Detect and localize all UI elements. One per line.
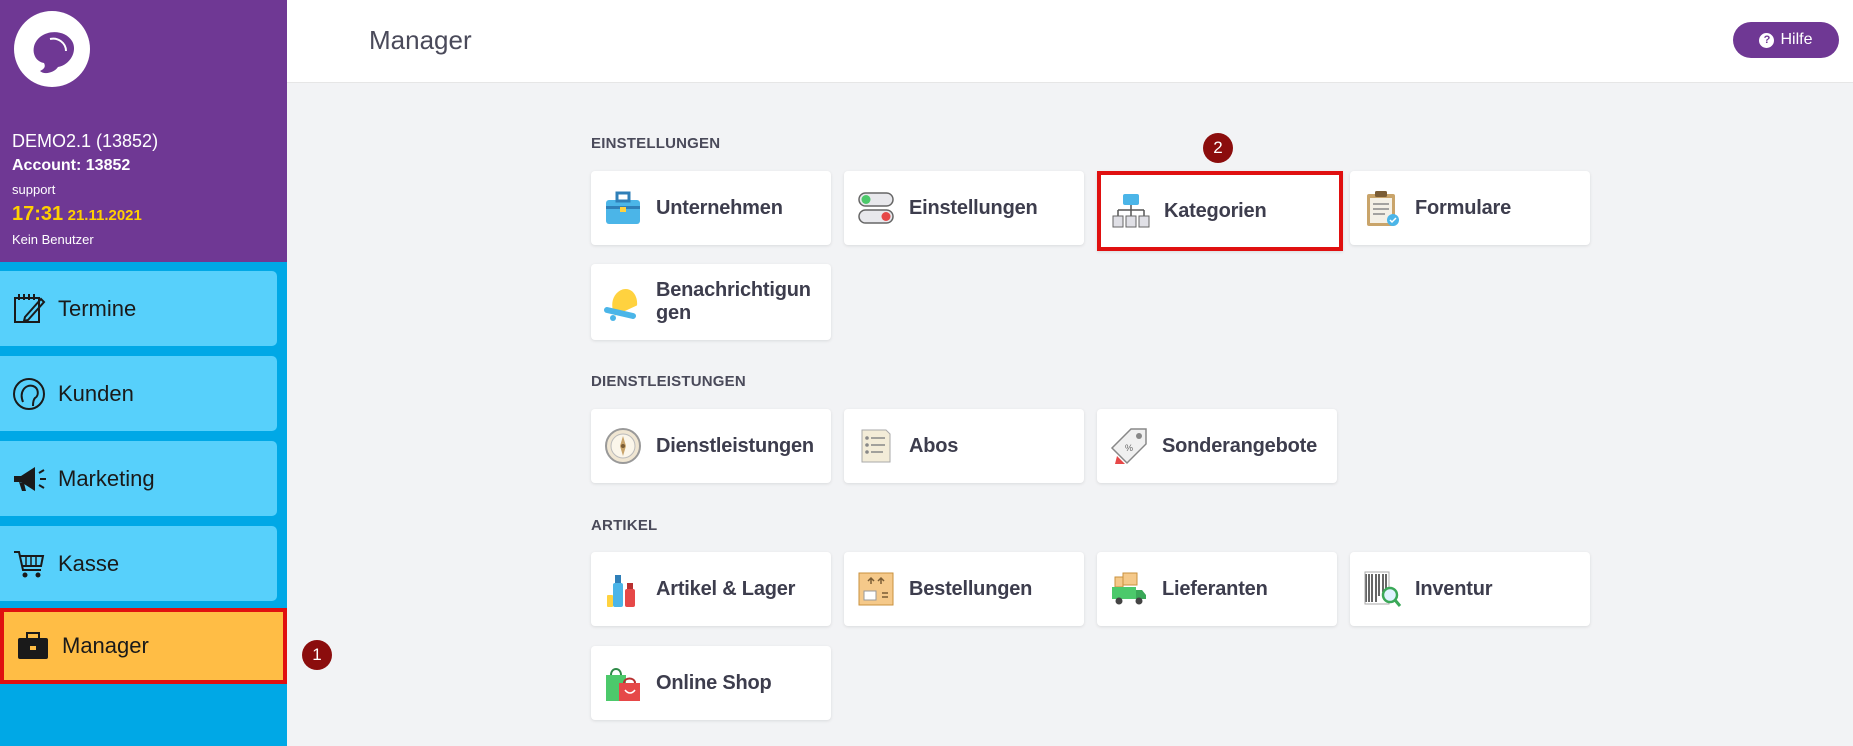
current-user-status: Kein Benutzer (12, 232, 94, 247)
briefcase-icon (12, 625, 54, 667)
card-benachrichtigungen[interactable]: Benachrichtigun gen (591, 264, 831, 340)
sidebar-item-label: Kunden (58, 380, 134, 406)
category-tree-icon (1111, 191, 1151, 231)
card-label: Benachrichtigun gen (656, 279, 811, 324)
card-sonderangebote[interactable]: % Sonderangebote (1097, 409, 1337, 483)
card-label: Sonderangebote (1162, 434, 1317, 457)
package-box-icon (856, 569, 896, 609)
step-marker-2: 2 (1203, 133, 1233, 163)
current-time: 17:31 (12, 203, 64, 225)
card-dienstleistungen[interactable]: Dienstleistungen (591, 409, 831, 483)
card-label: Online Shop (656, 671, 772, 694)
calendar-edit-icon (8, 288, 50, 330)
clipboard-icon (1362, 188, 1402, 228)
card-label: Kategorien (1164, 199, 1267, 222)
shopping-bags-icon (603, 663, 643, 703)
logo-icon (33, 32, 75, 74)
card-label: Formulare (1415, 196, 1512, 219)
question-icon: ? (1759, 32, 1775, 48)
card-artikel-lager[interactable]: Artikel & Lager (591, 552, 831, 626)
svg-text:%: % (1125, 443, 1133, 453)
delivery-truck-icon (1109, 569, 1149, 609)
sidebar-item-marketing[interactable]: Marketing (0, 441, 277, 516)
top-header: Manager ? Hilfe (287, 0, 1853, 83)
card-label: Inventur (1415, 577, 1493, 600)
section-title-einstellungen: EINSTELLUNGEN (591, 135, 721, 152)
bell-icon (603, 282, 643, 322)
list-document-icon (856, 426, 896, 466)
card-label: Abos (909, 434, 959, 457)
sidebar-item-termine[interactable]: Termine (0, 271, 277, 346)
compass-icon (603, 426, 643, 466)
megaphone-icon (8, 458, 50, 500)
card-inventur[interactable]: Inventur (1350, 552, 1590, 626)
card-label: Unternehmen (656, 196, 783, 219)
help-button[interactable]: ? Hilfe (1733, 22, 1839, 58)
datetime: 17:31 21.11.2021 (12, 203, 142, 226)
current-date: 21.11.2021 (67, 207, 142, 224)
page-title: Manager (369, 25, 472, 55)
cosmetics-bottles-icon (603, 569, 643, 609)
card-label: Bestellungen (909, 577, 1033, 600)
sidebar-item-manager[interactable]: Manager (0, 608, 287, 684)
sidebar-item-label: Marketing (58, 465, 155, 491)
briefcase-icon (603, 188, 643, 228)
card-label: Lieferanten (1162, 577, 1268, 600)
card-label: Dienstleistungen (656, 434, 814, 457)
sidebar: DEMO2.1 (13852) Account: 13852 support 1… (0, 0, 287, 746)
help-button-label: Hilfe (1780, 31, 1813, 48)
app-logo[interactable] (14, 11, 90, 87)
card-unternehmen[interactable]: Unternehmen (591, 171, 831, 245)
card-lieferanten[interactable]: Lieferanten (1097, 552, 1337, 626)
sidebar-item-label: Kasse (58, 550, 120, 576)
card-abos[interactable]: Abos (844, 409, 1084, 483)
company-name: DEMO2.1 (13852) (12, 131, 159, 151)
toggle-switches-icon (856, 188, 896, 228)
card-einstellungen[interactable]: Einstellungen (844, 171, 1084, 245)
card-online-shop[interactable]: Online Shop (591, 646, 831, 720)
step-marker-1: 1 (302, 640, 332, 670)
cart-icon (8, 543, 50, 585)
sidebar-item-label: Manager (62, 633, 149, 658)
sidebar-item-label: Termine (58, 295, 137, 321)
price-tag-icon: % (1109, 426, 1149, 466)
card-label: Artikel & Lager (656, 577, 796, 600)
section-title-dienstleistungen: DIENSTLEISTUNGEN (591, 373, 746, 390)
card-kategorien[interactable]: Kategorien (1097, 171, 1343, 251)
account-panel: DEMO2.1 (13852) Account: 13852 support 1… (0, 0, 287, 262)
customer-head-icon (8, 373, 50, 415)
user-name: support (12, 182, 56, 197)
card-label: Einstellungen (909, 196, 1038, 219)
card-formulare[interactable]: Formulare (1350, 171, 1590, 245)
card-bestellungen[interactable]: Bestellungen (844, 552, 1084, 626)
sidebar-item-kunden[interactable]: Kunden (0, 356, 277, 431)
barcode-search-icon (1362, 569, 1402, 609)
section-title-artikel: ARTIKEL (591, 517, 658, 534)
account-number: Account: 13852 (12, 157, 131, 174)
sidebar-item-kasse[interactable]: Kasse (0, 526, 277, 601)
